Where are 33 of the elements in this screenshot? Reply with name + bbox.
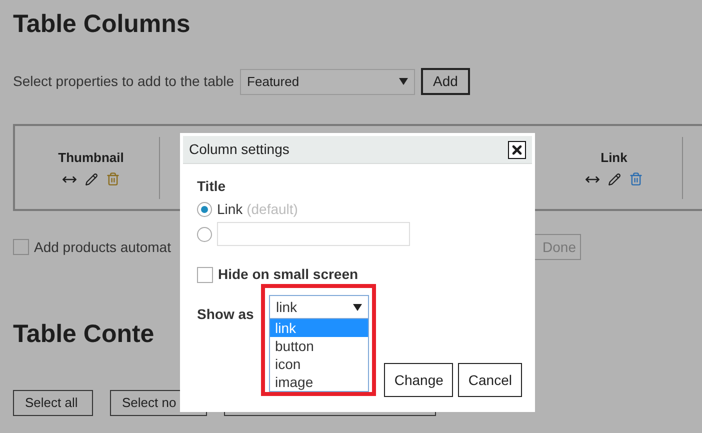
properties-select[interactable]: Featured: [240, 68, 416, 94]
column-title: Link: [600, 149, 628, 168]
delete-icon[interactable]: [106, 172, 120, 186]
dropdown-option[interactable]: button: [270, 337, 368, 355]
caret-down-icon: [399, 78, 408, 85]
show-as-label: Show as: [197, 305, 254, 324]
edit-icon[interactable]: [85, 172, 98, 186]
radio-button[interactable]: [197, 226, 212, 242]
close-icon: [510, 142, 524, 156]
properties-label: Select properties to add to the table: [13, 72, 234, 91]
title-input[interactable]: [217, 222, 410, 246]
caret-down-icon: [353, 304, 362, 310]
dialog-title: Column settings: [189, 140, 290, 159]
dialog-button[interactable]: Cancel: [458, 363, 522, 397]
edit-icon[interactable]: [608, 172, 621, 186]
dropdown-option[interactable]: image: [270, 373, 368, 391]
checkbox[interactable]: [197, 266, 213, 282]
delete-icon[interactable]: [629, 172, 643, 186]
checkbox[interactable]: [13, 239, 29, 255]
dropdown-option[interactable]: icon: [270, 355, 368, 373]
dialog-button[interactable]: Change: [384, 363, 454, 397]
show-as-select[interactable]: link: [269, 295, 369, 319]
close-button[interactable]: [508, 140, 526, 158]
title-label: Title: [197, 177, 226, 196]
auto-add-label: Add products automat: [34, 238, 171, 257]
option-label: Link (default): [217, 200, 298, 219]
hide-label: Hide on small screen: [218, 265, 358, 284]
section-title: Table Conte: [13, 319, 154, 350]
column-title: Thumbnail: [58, 149, 124, 168]
select-button[interactable]: Select all: [13, 390, 93, 416]
add-button[interactable]: Add: [421, 68, 470, 95]
radio-button[interactable]: [197, 202, 212, 217]
page-title: Table Columns: [13, 9, 190, 40]
